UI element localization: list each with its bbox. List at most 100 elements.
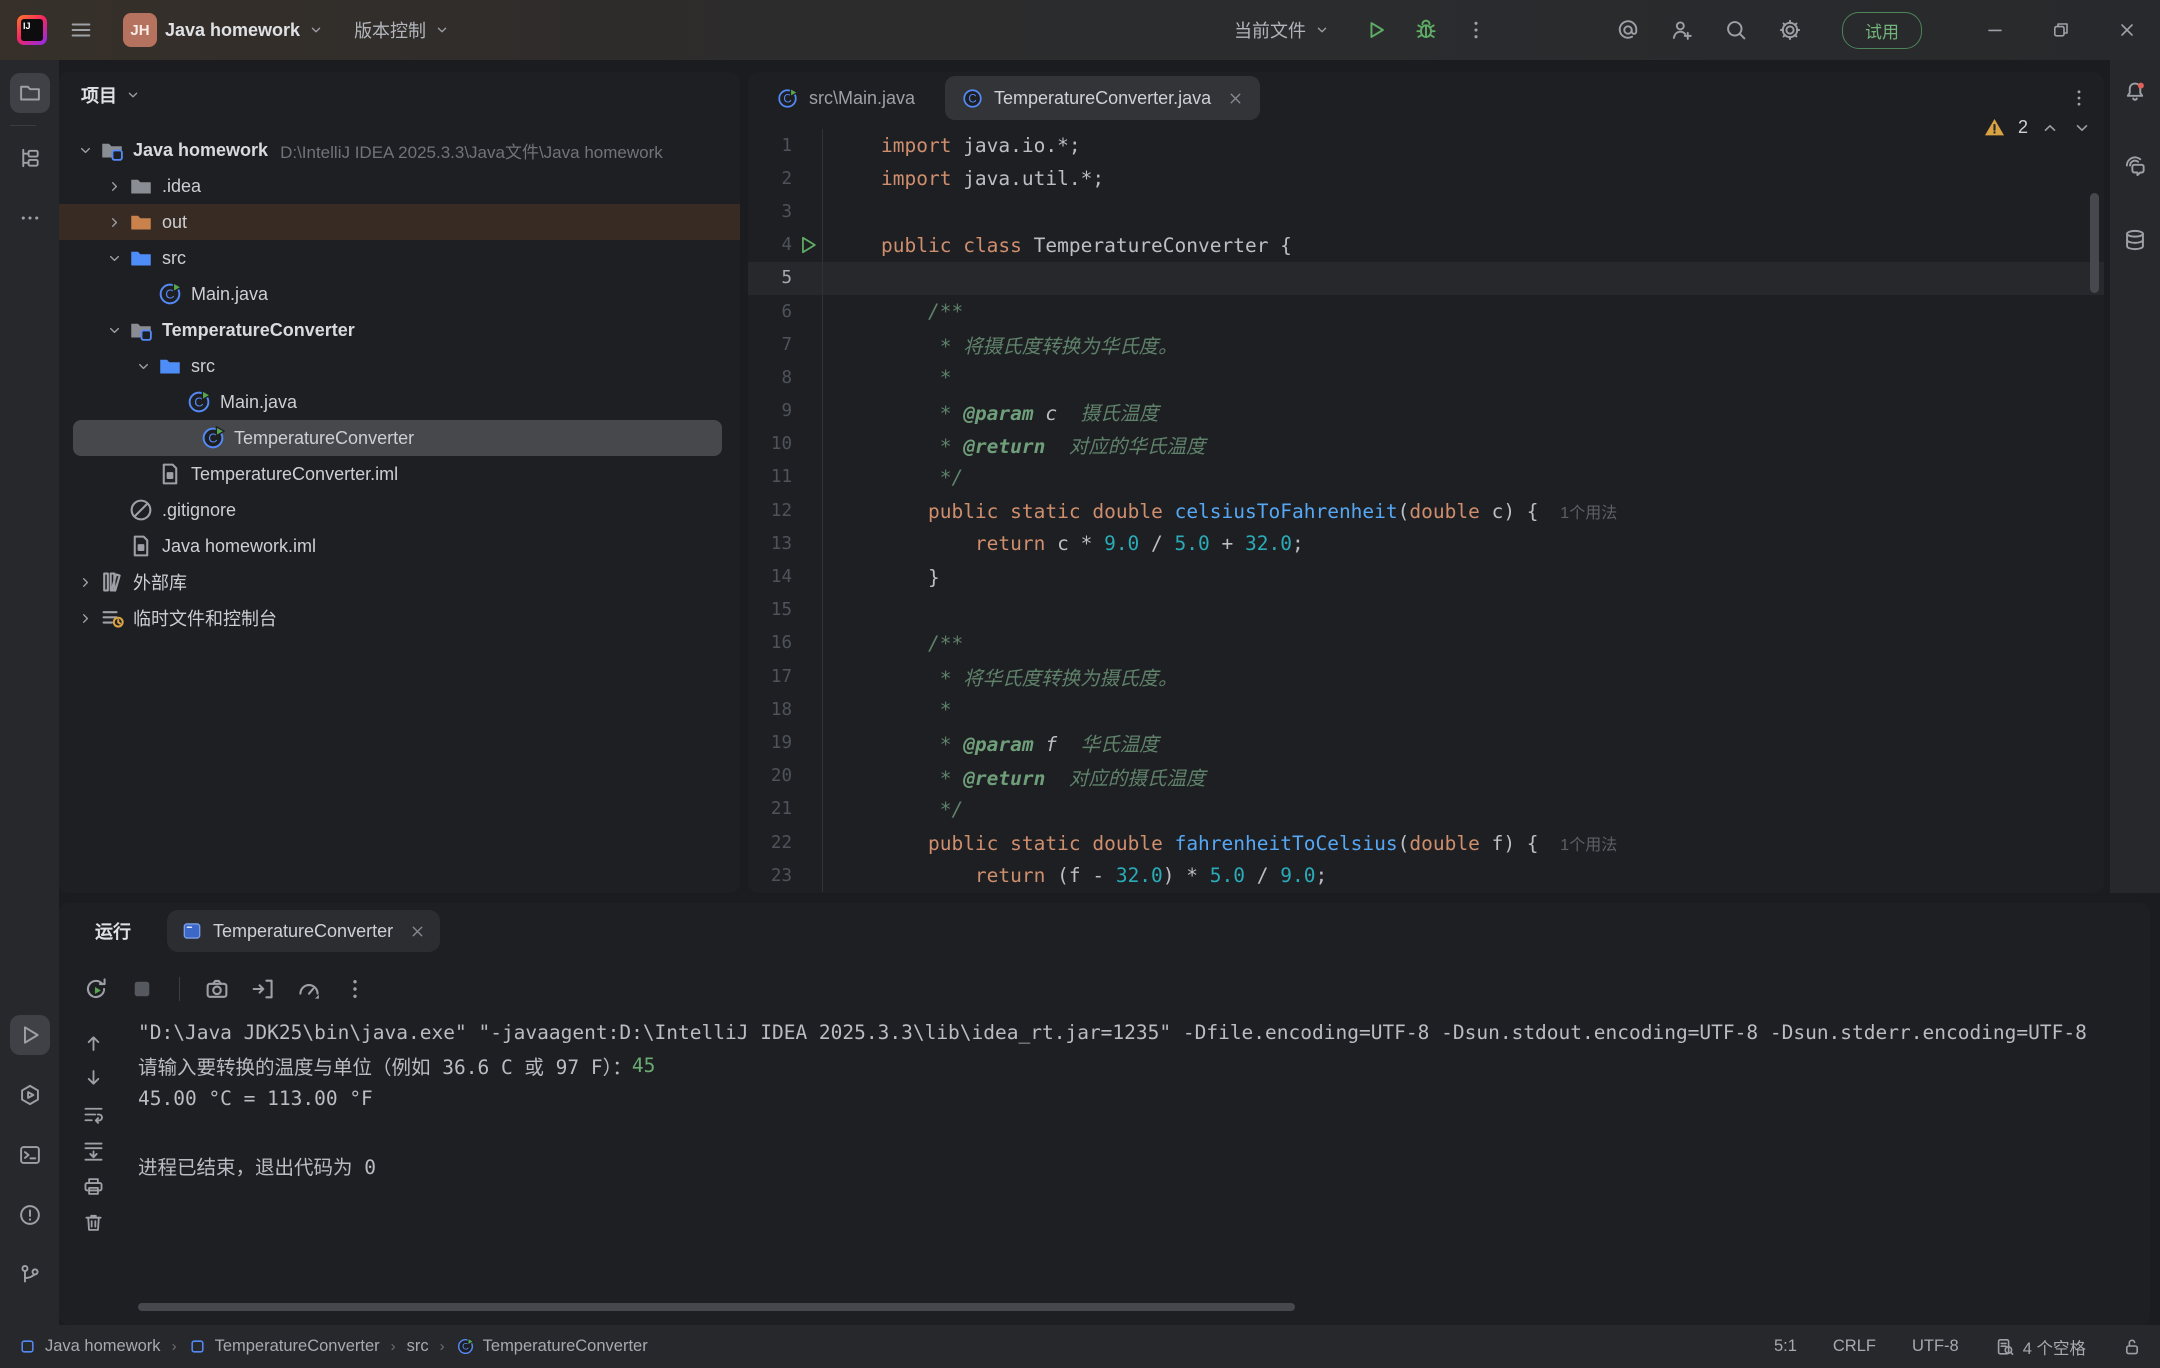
code-line: 15 — [748, 594, 2104, 627]
readonly-toggle[interactable] — [2122, 1337, 2142, 1357]
tool-run-button[interactable] — [10, 1015, 50, 1055]
print-button[interactable] — [82, 1175, 105, 1198]
gutter — [792, 726, 823, 759]
next-occurrence-button[interactable] — [82, 1067, 105, 1090]
tree-item-java-homework-iml[interactable]: Java homework.iml — [59, 528, 740, 564]
code-text: return (f - 32.0) * 5.0 / 9.0; — [823, 864, 1327, 887]
tool-ai-assistant-button[interactable] — [2115, 146, 2155, 186]
line-number: 10 — [748, 434, 792, 454]
tree-item-java-homework[interactable]: Java homeworkD:\IntelliJ IDEA 2025.3.3\J… — [59, 132, 740, 168]
tool-database-button[interactable] — [2115, 220, 2155, 260]
code-editor[interactable]: 1import java.io.*;2import java.util.*;34… — [748, 129, 2104, 893]
tree-item-main-java[interactable]: CMain.java — [59, 384, 740, 420]
code-with-me-button[interactable] — [1670, 18, 1694, 42]
console-line: "D:\Java JDK25\bin\java.exe" "-javaagent… — [138, 1016, 2142, 1049]
search-everywhere-button[interactable] — [1724, 18, 1748, 42]
tree-item-temperatureconverter[interactable]: CTemperatureConverter — [73, 420, 722, 456]
line-ending[interactable]: CRLF — [1833, 1337, 1876, 1356]
project-panel-header[interactable]: 项目 — [59, 72, 740, 118]
hamburger-icon — [69, 18, 93, 42]
scroll-to-end-button[interactable] — [82, 1139, 105, 1162]
tool-structure-button[interactable] — [10, 138, 50, 178]
tree-item-gitignore[interactable]: .gitignore — [59, 492, 740, 528]
tree-item-label: src — [162, 248, 186, 269]
tool-project-button[interactable] — [10, 73, 50, 113]
prev-occurrence-button[interactable] — [82, 1031, 105, 1054]
tree-chevron-icon[interactable] — [73, 138, 97, 162]
more-run-options-button[interactable] — [1464, 18, 1488, 42]
tree-item-src[interactable]: src — [59, 240, 740, 276]
editor-tab-temperatureconverter-java[interactable]: CTemperatureConverter.java — [945, 76, 1260, 120]
tw-services-icon — [18, 1083, 42, 1107]
folder-idea-icon — [128, 173, 154, 199]
minimize-button[interactable] — [1962, 0, 2028, 60]
caret-position[interactable]: 5:1 — [1774, 1337, 1797, 1356]
tree-chevron-icon[interactable] — [102, 318, 126, 342]
tool-terminal-button[interactable] — [10, 1135, 50, 1175]
tree-item-temperatureconverter-iml[interactable]: TemperatureConverter.iml — [59, 456, 740, 492]
soft-wrap-button[interactable] — [82, 1103, 105, 1126]
intellij-logo[interactable]: IJ — [17, 15, 47, 45]
editor-scrollbar[interactable] — [2090, 193, 2099, 293]
profiler-button[interactable] — [296, 976, 322, 1002]
tool-services-button[interactable] — [10, 1075, 50, 1115]
tree-item-main-java[interactable]: CMain.java — [59, 276, 740, 312]
editor-tab-src-main-java[interactable]: Csrc\Main.java — [760, 76, 931, 120]
close-tab-icon[interactable] — [1227, 90, 1244, 107]
indent-setting[interactable]: 4 个空格 — [1995, 1335, 2086, 1359]
tool-more-tools-button[interactable] — [10, 198, 50, 238]
run-tab[interactable]: TemperatureConverter — [167, 910, 440, 952]
main-menu-button[interactable] — [61, 12, 101, 48]
more-options-button[interactable] — [342, 976, 368, 1002]
tw-more-icon — [18, 206, 42, 230]
tree-chevron-icon[interactable] — [131, 354, 155, 378]
clear-all-button[interactable] — [82, 1211, 105, 1234]
editor-options-button[interactable] — [2068, 87, 2090, 109]
run-configuration-selector[interactable]: 当前文件 — [1226, 11, 1338, 49]
console-output[interactable]: "D:\Java JDK25\bin\java.exe" "-javaagent… — [138, 1016, 2142, 1285]
attach-debugger-button[interactable] — [250, 976, 276, 1002]
run-button[interactable] — [1364, 18, 1388, 42]
trial-badge[interactable]: 试用 — [1842, 12, 1922, 49]
restore-button[interactable] — [2028, 0, 2094, 60]
tree-chevron-icon[interactable] — [73, 570, 97, 594]
console-scrollbar[interactable] — [138, 1303, 1295, 1311]
ai-mention-button[interactable] — [1616, 18, 1640, 42]
rerun-button[interactable] — [83, 976, 109, 1002]
breadcrumb-item-temperatureconverter[interactable]: CTemperatureConverter — [456, 1337, 648, 1356]
tree-item-temperatureconverter[interactable]: TemperatureConverter — [59, 312, 740, 348]
breadcrumb-label: src — [407, 1337, 429, 1356]
thread-dump-button[interactable] — [204, 976, 230, 1002]
code-text: public static double fahrenheitToCelsius… — [823, 831, 1617, 855]
tool-git-button[interactable] — [10, 1255, 50, 1295]
settings-button[interactable] — [1778, 18, 1802, 42]
project-widget[interactable]: JH Java homework — [115, 7, 332, 53]
tool-notifications-button[interactable] — [2115, 72, 2155, 112]
tree-item-label: Java homework — [133, 140, 268, 161]
tree-item-idea[interactable]: .idea — [59, 168, 740, 204]
code-line: 8 * — [748, 361, 2104, 394]
tree-item-外部库[interactable]: 外部库 — [59, 564, 740, 600]
tree-item-out[interactable]: out — [59, 204, 740, 240]
breadcrumb-item-java-homework[interactable]: Java homework — [18, 1337, 161, 1356]
tree-item-临时文件和控制台[interactable]: 临时文件和控制台 — [59, 600, 740, 636]
code-line: 10 * @return 对应的华氏温度 — [748, 428, 2104, 461]
code-text: /** — [823, 300, 963, 323]
tree-chevron-icon[interactable] — [102, 246, 126, 270]
breadcrumb-item-temperatureconverter[interactable]: TemperatureConverter — [188, 1337, 380, 1356]
tree-chevron-icon[interactable] — [73, 606, 97, 630]
tool-problems-button[interactable] — [10, 1195, 50, 1235]
gutter — [792, 660, 823, 693]
stop-button[interactable] — [129, 976, 155, 1002]
vcs-widget[interactable]: 版本控制 — [346, 11, 458, 49]
run-line-icon[interactable] — [797, 234, 819, 256]
code-line: 18 * — [748, 693, 2104, 726]
close-button[interactable] — [2094, 0, 2160, 60]
tree-item-src[interactable]: src — [59, 348, 740, 384]
debug-button[interactable] — [1414, 18, 1438, 42]
file-encoding[interactable]: UTF-8 — [1912, 1337, 1959, 1356]
breadcrumb-item-src[interactable]: src — [407, 1337, 429, 1356]
tree-chevron-icon[interactable] — [102, 210, 126, 234]
tree-chevron-icon[interactable] — [102, 174, 126, 198]
close-run-tab-icon[interactable] — [409, 923, 426, 940]
